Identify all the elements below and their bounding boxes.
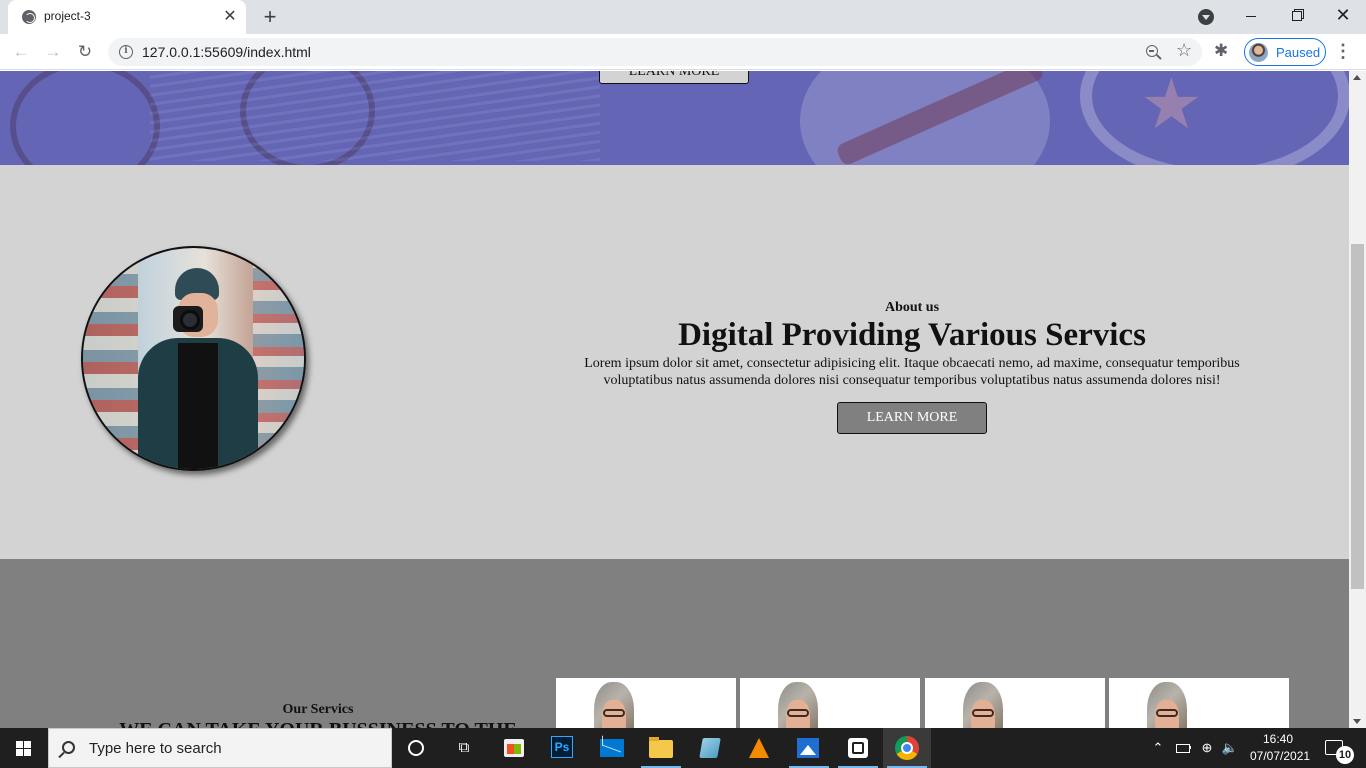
cortana-button[interactable] (392, 728, 440, 768)
photos-icon (797, 738, 819, 758)
browser-tab[interactable]: project-3 ✕ (8, 0, 246, 34)
tab-close-icon[interactable]: ✕ (220, 7, 240, 27)
about-body: Lorem ipsum dolor sit amet, consectetur … (584, 356, 1240, 388)
about-copy: About us Digital Providing Various Servi… (562, 299, 1262, 434)
store-button[interactable] (490, 728, 538, 768)
start-button[interactable] (0, 728, 48, 768)
profile-button[interactable]: Paused (1244, 38, 1326, 66)
action-center-button[interactable]: 10 (1320, 728, 1366, 768)
file-explorer-button[interactable] (637, 728, 685, 768)
app-box-button[interactable] (834, 728, 882, 768)
notes-button[interactable] (686, 728, 734, 768)
about-learn-more-button[interactable]: LEARN MORE (837, 402, 987, 434)
address-bar[interactable]: i 127.0.0.1:55609/index.html ☆ (108, 38, 1202, 66)
clock-date: 07/07/2021 (1250, 749, 1311, 763)
service-card[interactable] (925, 678, 1105, 728)
hero-learn-more-button[interactable]: LEARN MORE (599, 71, 749, 84)
service-card[interactable] (1109, 678, 1289, 728)
new-tab-button[interactable]: + (256, 4, 284, 30)
battery-icon[interactable] (1173, 728, 1193, 768)
hero-cup-image (1080, 71, 1349, 165)
taskbar-search-placeholder: Type here to search (89, 740, 222, 757)
tab-search-icon[interactable] (1198, 9, 1214, 25)
page-viewport: ★ LEARN MORE About us Digital Providing … (0, 71, 1349, 728)
photographer-photo (81, 246, 306, 471)
mail-icon (600, 739, 624, 757)
restore-button[interactable] (1274, 0, 1320, 32)
restore-icon (1292, 11, 1302, 22)
taskbar-clock[interactable]: 16:40 07/07/2021 (1250, 731, 1311, 765)
scroll-down-arrow-icon[interactable] (1353, 719, 1361, 724)
zoom-icon[interactable] (1146, 45, 1158, 57)
star-icon[interactable]: ☆ (1176, 40, 1192, 61)
close-window-button[interactable]: ✕ (1320, 0, 1366, 32)
services-section: Our Servics WE CAN TAKE YOUR BUSSINESS T… (0, 559, 1349, 728)
network-globe-icon[interactable]: ⊕ (1197, 728, 1217, 768)
scroll-up-arrow-icon[interactable] (1353, 75, 1361, 80)
notification-count-badge: 10 (1336, 746, 1354, 764)
back-arrow-icon[interactable]: ← (8, 39, 34, 65)
photoshop-icon: Ps (551, 736, 573, 758)
chrome-button[interactable] (883, 728, 931, 768)
mail-button[interactable] (588, 728, 636, 768)
services-title: WE CAN TAKE YOUR BUSSINESS TO THE (90, 719, 546, 728)
hero-book-texture (150, 71, 600, 161)
browser-toolbar: ← → ↻ i 127.0.0.1:55609/index.html ☆ ✱ P… (0, 34, 1366, 70)
vlc-icon (749, 738, 769, 758)
globe-favicon-icon (22, 10, 36, 24)
services-copy: Our Servics WE CAN TAKE YOUR BUSSINESS T… (90, 701, 546, 728)
vlc-button[interactable] (735, 728, 783, 768)
store-icon (504, 739, 524, 757)
service-card[interactable] (556, 678, 736, 728)
taskbar-search-box[interactable]: Type here to search (48, 728, 392, 768)
cortana-icon (408, 740, 424, 756)
page-scrollbar[interactable] (1349, 71, 1366, 728)
show-hidden-icons-chevron-icon[interactable]: ⌃ (1148, 728, 1168, 768)
chrome-icon (895, 736, 919, 760)
windows-taskbar: Type here to search ⧉ Ps ⌃ ⊕ 🔈 16:40 07/… (0, 728, 1366, 768)
clock-time: 16:40 (1262, 732, 1294, 746)
minimize-button[interactable] (1228, 0, 1274, 32)
about-title: Digital Providing Various Servics (678, 317, 1146, 353)
task-view-button[interactable]: ⧉ (440, 728, 488, 768)
kebab-menu-icon[interactable]: ⋮ (1334, 41, 1352, 63)
volume-icon[interactable]: 🔈 (1220, 728, 1240, 768)
file-explorer-icon (649, 737, 673, 758)
task-view-icon: ⧉ (458, 739, 470, 756)
scrollbar-thumb[interactable] (1351, 244, 1364, 589)
tab-title: project-3 (44, 9, 91, 23)
forward-arrow-icon[interactable]: → (40, 39, 66, 65)
browser-tab-strip: project-3 ✕ + ✕ (0, 0, 1366, 34)
notes-icon (699, 738, 721, 758)
puzzle-extension-icon[interactable]: ✱ (1214, 41, 1228, 61)
hero-star-cookie-image: ★ (1140, 71, 1203, 144)
hero-section: ★ LEARN MORE (0, 71, 1349, 165)
photoshop-button[interactable]: Ps (539, 728, 587, 768)
profile-avatar-icon (1249, 43, 1268, 62)
service-card[interactable] (740, 678, 920, 728)
photos-button[interactable] (785, 728, 833, 768)
search-icon (62, 741, 75, 754)
app-box-icon (848, 738, 868, 758)
reload-icon[interactable]: ↻ (72, 39, 98, 65)
profile-status-label: Paused (1276, 45, 1321, 60)
url-text[interactable]: 127.0.0.1:55609/index.html (142, 44, 311, 60)
minimize-icon (1246, 15, 1256, 17)
windows-logo-icon (16, 741, 32, 756)
info-icon[interactable]: i (119, 45, 133, 59)
services-subtitle: Our Servics (282, 702, 354, 717)
about-section: About us Digital Providing Various Servi… (0, 165, 1349, 559)
